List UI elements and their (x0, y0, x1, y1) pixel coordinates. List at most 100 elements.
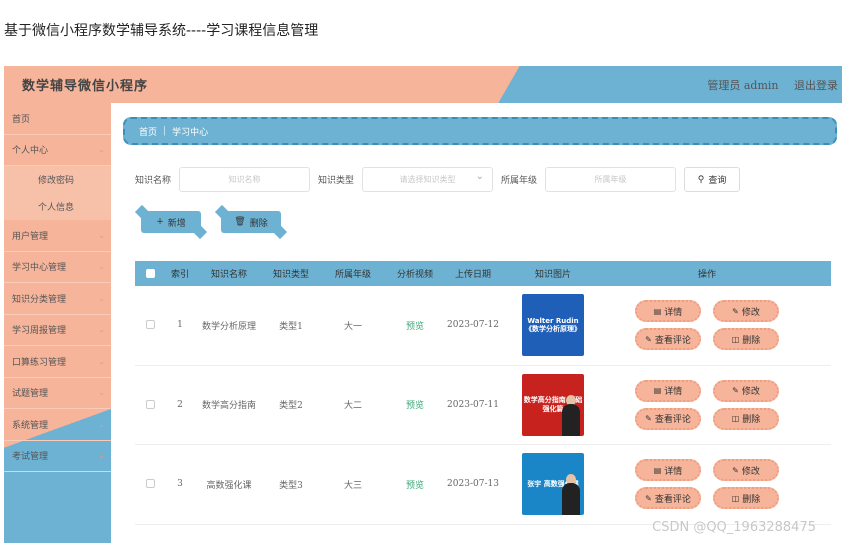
query-button[interactable]: ⚲ 查询 (684, 167, 741, 192)
header-name: 知识名称 (210, 270, 247, 280)
chevron-down-icon: ⌄ (98, 451, 105, 461)
sidebar-item-weekly-report[interactable]: 学习周报管理 ⌄ (4, 315, 111, 346)
knowledge-type-select[interactable]: 请选择知识类型 (362, 167, 494, 192)
edit-label: 修改 (741, 307, 760, 318)
view-comments-button[interactable]: ✎ 查看评论 (635, 487, 701, 510)
row-index: 1 (177, 320, 183, 331)
sidebar-item-change-password[interactable]: 修改密码 (4, 166, 111, 193)
row-checkbox-cell (135, 320, 165, 330)
detail-button[interactable]: ▤ 详情 (635, 300, 701, 323)
row-delete-button[interactable]: ◫ 删除 (713, 328, 779, 351)
search-bar: 知识名称 知识名称 知识类型 请选择知识类型 所属年级 所属年级 ⚲ 查询 (135, 167, 741, 192)
breadcrumb-home[interactable]: 首页 (139, 125, 157, 138)
table-header: 索引 知识名称 知识类型 所属年级 分析视频 上传日期 知识图片 操作 (135, 261, 831, 286)
user-label: 管理员 admin (707, 79, 779, 92)
video-preview-link[interactable]: 预览 (406, 401, 424, 411)
select-all-checkbox[interactable] (145, 268, 155, 278)
knowledge-image-title: Walter Rudin《数学分析原理》 (525, 316, 581, 334)
trash-icon: ◫ (731, 493, 740, 503)
row-checkbox[interactable] (145, 320, 155, 330)
row-image-cell: Walter Rudin《数学分析原理》 (503, 294, 603, 357)
sidebar-item-system[interactable]: 系统管理 ⌄ (4, 409, 111, 441)
row-name: 数学分析原理 (201, 321, 256, 332)
sidebar-item-personal-info[interactable]: 个人信息 (4, 193, 111, 220)
table-row: 1 数学分析原理 类型1 大一 预览 2023-07-12 Walter Rud… (135, 286, 831, 366)
sidebar-item-label: 系统管理 (12, 420, 49, 431)
detail-label: 详情 (664, 307, 683, 318)
chevron-down-icon: ⌄ (98, 293, 105, 303)
row-date: 2023-07-11 (447, 399, 499, 410)
watermark: CSDN @QQ_1963288475 (652, 520, 816, 535)
chevron-down-icon: ⌄ (98, 325, 105, 335)
row-checkbox-cell (135, 399, 165, 410)
top-right-area: 管理员 admin 退出登录 (695, 77, 838, 93)
comments-label: 查看评论 (654, 494, 691, 505)
row-date: 2023-07-12 (447, 320, 499, 331)
delete-button[interactable]: 🗑︎ 删除 (221, 211, 281, 233)
view-comments-button[interactable]: ✎ 查看评论 (635, 328, 701, 351)
row-delete-label: 删除 (742, 335, 761, 346)
sidebar-item-personal-center[interactable]: 个人中心 ⌄ (4, 135, 111, 166)
row-checkbox[interactable] (145, 399, 155, 409)
row-image-cell: 张宇 高数强化课 (503, 453, 603, 516)
sidebar: 首页 个人中心 ⌄ 修改密码 个人信息 用户管理 ⌄ 学习中心管理 ⌄ 知识分类管理 ⌄… (4, 103, 111, 543)
sidebar-item-user-management[interactable]: 用户管理 ⌄ (4, 220, 111, 252)
detail-button[interactable]: ▤ 详情 (635, 459, 701, 482)
row-date: 2023-07-13 (447, 479, 499, 490)
grade-input[interactable]: 所属年级 (545, 167, 677, 192)
select-all-cell (135, 268, 165, 279)
row-ops: ▤ 详情 ✎ 修改 ✎ 查看评论 ◫ 删除 (603, 379, 811, 430)
grade-label: 所属年级 (501, 176, 538, 186)
trash-icon: ◫ (731, 414, 740, 424)
header-type: 知识类型 (272, 270, 309, 280)
sidebar-item-home[interactable]: 首页 (4, 103, 111, 135)
row-checkbox-cell (135, 479, 165, 489)
document-icon: ▤ (653, 306, 662, 316)
edit-button[interactable]: ✎ 修改 (713, 300, 779, 323)
row-index: 2 (177, 399, 183, 410)
detail-button[interactable]: ▤ 详情 (635, 379, 701, 402)
document-icon: ▤ (653, 386, 662, 396)
breadcrumb-separator: | (163, 126, 167, 136)
logout-link[interactable]: 退出登录 (794, 79, 838, 92)
edit-button[interactable]: ✎ 修改 (713, 379, 779, 402)
header-ops: 操作 (697, 270, 716, 280)
edit-button[interactable]: ✎ 修改 (713, 459, 779, 482)
document-icon: ▤ (653, 465, 662, 475)
sidebar-item-knowledge-category[interactable]: 知识分类管理 ⌄ (4, 283, 111, 315)
trash-icon: ◫ (731, 334, 740, 344)
row-name: 数学高分指南 (201, 401, 256, 412)
sidebar-item-learning-center[interactable]: 学习中心管理 ⌄ (4, 252, 111, 283)
row-type: 类型3 (279, 480, 303, 491)
row-delete-button[interactable]: ◫ 删除 (713, 487, 779, 510)
breadcrumb: 首页 | 学习中心 (123, 117, 837, 145)
person-figure (562, 403, 580, 436)
table-row: 3 高数强化课 类型3 大三 预览 2023-07-13 张宇 高数强化课 ▤ 详… (135, 445, 831, 525)
row-checkbox[interactable] (145, 479, 155, 489)
video-preview-link[interactable]: 预览 (406, 322, 424, 332)
document-title: 基于微信小程序数学辅导系统----学习课程信息管理 (4, 23, 319, 39)
knowledge-name-input[interactable]: 知识名称 (179, 167, 311, 192)
view-comments-button[interactable]: ✎ 查看评论 (635, 407, 701, 430)
sidebar-item-exams[interactable]: 考试管理 ⌄ (4, 441, 111, 472)
row-delete-button[interactable]: ◫ 删除 (713, 407, 779, 430)
row-video-cell: 预览 (387, 478, 443, 491)
name-label: 知识名称 (135, 176, 172, 186)
breadcrumb-current: 学习中心 (172, 127, 209, 138)
add-button[interactable]: + 新增 (141, 211, 201, 233)
app-window: 数学辅导微信小程序 管理员 admin 退出登录 首页 个人中心 ⌄ 修改密码 个… (4, 66, 842, 543)
sidebar-item-questions[interactable]: 试题管理 ⌄ (4, 378, 111, 409)
edit-label: 修改 (741, 466, 760, 477)
knowledge-image[interactable]: 数学高分指南 基础强化篇 (522, 373, 584, 436)
knowledge-image[interactable]: Walter Rudin《数学分析原理》 (522, 294, 584, 357)
row-grade: 大二 (343, 401, 362, 412)
person-figure (562, 483, 580, 516)
sidebar-item-label: 知识分类管理 (12, 294, 67, 305)
chevron-down-icon: ⌄ (98, 230, 105, 240)
sidebar-item-mental-math[interactable]: 口算练习管理 ⌄ (4, 346, 111, 378)
header-video: 分析视频 (396, 270, 433, 280)
top-bar: 数学辅导微信小程序 管理员 admin 退出登录 (4, 66, 842, 103)
chevron-down-icon: ⌄ (98, 388, 105, 398)
knowledge-image[interactable]: 张宇 高数强化课 (522, 453, 584, 516)
video-preview-link[interactable]: 预览 (406, 481, 424, 491)
